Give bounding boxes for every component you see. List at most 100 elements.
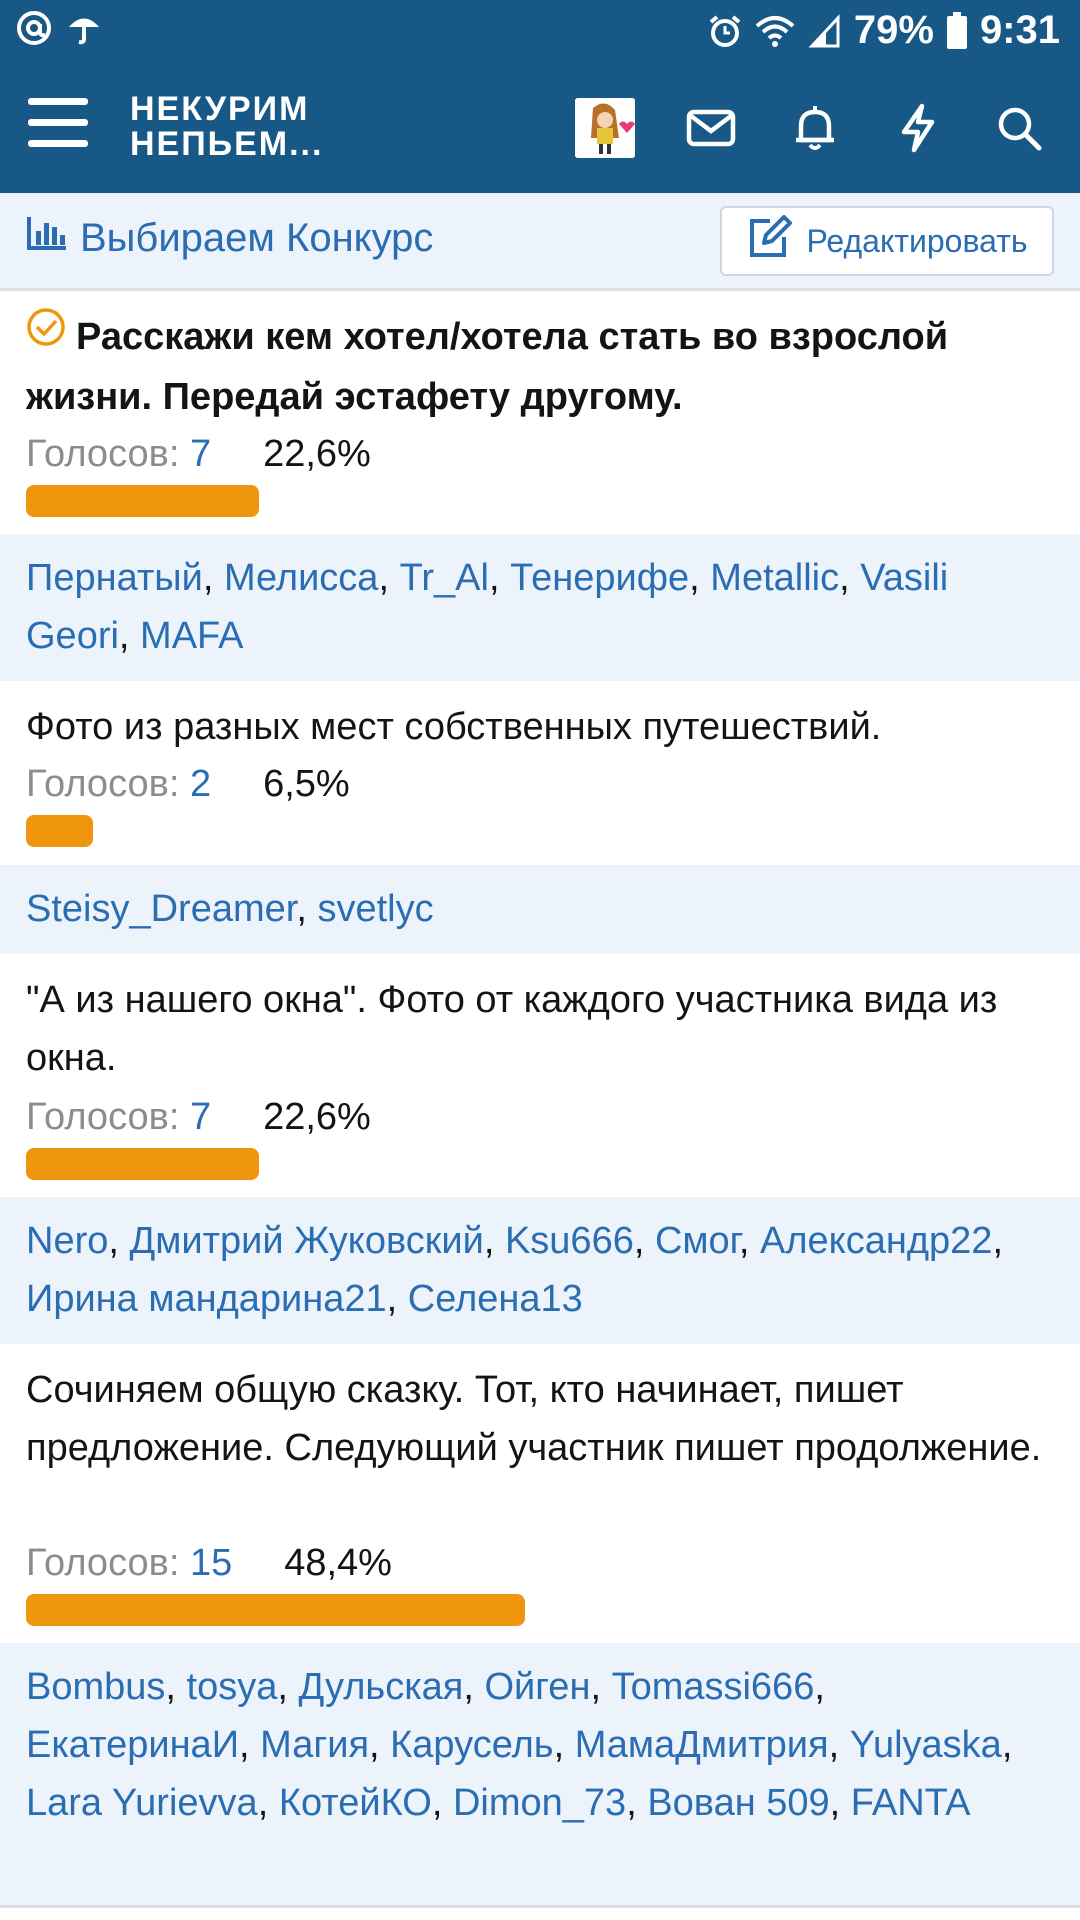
voter-link[interactable]: Ойген — [485, 1666, 591, 1708]
signal-icon — [808, 13, 842, 48]
voter-list: Пернатый, Мелисса, Tr_Al, Тенерифе, Meta… — [0, 534, 1080, 681]
vote-bar — [26, 485, 259, 517]
separator: , — [626, 1782, 648, 1824]
clock: 9:31 — [979, 8, 1060, 52]
option-title: "А из нашего окна". Фото от каждого учас… — [26, 979, 998, 1079]
voter-link[interactable]: Мелисса — [224, 557, 379, 599]
votes-number[interactable]: 7 — [190, 1096, 211, 1138]
voter-link[interactable]: tosya — [187, 1666, 278, 1708]
option-text: Фото из разных мест собственных путешест… — [26, 698, 1056, 756]
voter-link[interactable]: МамаДмитрия — [575, 1724, 829, 1766]
separator: , — [386, 1278, 408, 1320]
voter-list: Bombus, tosya, Дульская, Ойген, Tomassi6… — [0, 1643, 1080, 1905]
vote-count: Голосов: 2 6,5% — [26, 763, 350, 806]
voter-link[interactable]: MAFA — [140, 615, 243, 657]
voter-link[interactable]: Steisy_Dreamer — [26, 888, 296, 930]
search-icon[interactable] — [993, 102, 1045, 154]
voter-link[interactable]: Тенерифе — [510, 557, 689, 599]
voter-link[interactable]: Bombus — [26, 1666, 165, 1708]
voter-link[interactable]: Пернатый — [26, 557, 203, 599]
vote-count: Голосов: 7 22,6% — [26, 1096, 371, 1139]
separator: , — [378, 557, 400, 599]
poll-title-text: Выбираем Конкурс — [80, 215, 434, 260]
voter-link[interactable]: Ksu666 — [505, 1220, 634, 1262]
votes-label: Голосов: — [26, 1096, 190, 1138]
nav-bar: НЕКУРИМ НЕПЬЕМ... — [0, 68, 1080, 193]
voter-link[interactable]: Карусель — [390, 1724, 553, 1766]
poll-header: Выбираем Конкурс Редактировать — [0, 193, 1080, 291]
logo-line-2: НЕПЬЕМ... — [130, 125, 324, 163]
bell-icon[interactable] — [789, 102, 841, 154]
voter-link[interactable]: Смог — [655, 1220, 739, 1262]
vote-percent: 22,6% — [263, 1096, 371, 1138]
separator: , — [239, 1724, 261, 1766]
voter-link[interactable]: Dimon_73 — [453, 1782, 626, 1824]
voter-link[interactable]: Вован 509 — [647, 1782, 829, 1824]
voter-link[interactable]: Lara Yurievva — [26, 1782, 258, 1824]
separator: , — [483, 1220, 505, 1262]
edit-button-label: Редактировать — [806, 222, 1028, 259]
voter-link[interactable]: Дмитрий Жуковский — [130, 1220, 484, 1262]
menu-icon[interactable] — [28, 98, 88, 154]
votes-label: Голосов: — [26, 763, 190, 805]
separator: , — [431, 1782, 453, 1824]
voter-link[interactable]: ЕкатеринаИ — [26, 1724, 239, 1766]
voter-link[interactable]: Yulyaska — [850, 1724, 1002, 1766]
lightning-icon[interactable] — [892, 102, 944, 154]
separator: , — [738, 1220, 761, 1262]
voter-names: Nero, Дмитрий Жуковский, Ksu666, Смог, А… — [26, 1212, 1056, 1328]
voter-link[interactable]: Александр22 — [760, 1220, 992, 1262]
separator: , — [463, 1666, 485, 1708]
separator: , — [369, 1724, 391, 1766]
poll-option: "А из нашего окна". Фото от каждого учас… — [0, 954, 1080, 1197]
voter-link[interactable]: Ирина мандарина21 — [26, 1278, 387, 1320]
separator: , — [165, 1666, 187, 1708]
vote-percent: 6,5% — [263, 763, 350, 805]
voter-names: Bombus, tosya, Дульская, Ойген, Tomassi6… — [26, 1658, 1056, 1832]
poll-option: Фото из разных мест собственных путешест… — [0, 681, 1080, 865]
voter-link[interactable]: svetlyc — [317, 888, 433, 930]
separator: , — [1001, 1724, 1013, 1766]
vote-bar — [26, 1148, 259, 1180]
vote-count: Голосов: 15 48,4% — [26, 1542, 392, 1585]
separator: , — [277, 1666, 299, 1708]
check-circle-icon — [26, 306, 66, 364]
umbrella-icon — [66, 10, 102, 46]
separator: , — [118, 615, 141, 657]
voter-link[interactable]: Дульская — [298, 1666, 463, 1708]
vote-bar — [26, 815, 93, 847]
mail-icon[interactable] — [685, 102, 737, 154]
option-text: Сочиняем общую сказку. Тот, кто начинает… — [26, 1361, 1056, 1477]
voter-link[interactable]: Селена13 — [408, 1278, 583, 1320]
voter-link[interactable]: Metallic — [710, 557, 839, 599]
site-logo[interactable]: НЕКУРИМ НЕПЬЕМ... — [130, 92, 323, 162]
edit-button[interactable]: Редактировать — [720, 206, 1054, 276]
wifi-icon — [754, 14, 796, 48]
status-bar: 79% 9:31 — [0, 0, 1080, 68]
votes-number[interactable]: 15 — [190, 1542, 232, 1584]
voter-link[interactable]: Магия — [260, 1724, 369, 1766]
voter-link[interactable]: Tomassi666 — [612, 1666, 815, 1708]
votes-number[interactable]: 2 — [190, 763, 211, 805]
voter-link[interactable]: Nero — [26, 1220, 108, 1262]
separator: , — [689, 557, 711, 599]
voter-names: Пернатый, Мелисса, Tr_Al, Тенерифе, Meta… — [26, 549, 1056, 665]
votes-label: Голосов: — [26, 433, 190, 475]
separator: , — [296, 888, 318, 930]
vote-count: Голосов: 7 22,6% — [26, 433, 371, 476]
separator: , — [829, 1782, 851, 1824]
app-header: 79% 9:31 НЕКУРИМ НЕПЬЕМ... — [0, 0, 1080, 193]
vote-bar — [26, 1594, 525, 1626]
separator: , — [633, 1220, 655, 1262]
voter-link[interactable]: КотейКО — [279, 1782, 432, 1824]
separator: , — [992, 1220, 1003, 1262]
votes-number[interactable]: 7 — [190, 433, 211, 475]
voter-list: Steisy_Dreamer, svetlyc — [0, 865, 1080, 954]
logo-line-1: НЕКУРИМ — [130, 90, 310, 128]
separator: , — [814, 1666, 825, 1708]
voter-link[interactable]: Tr_Al — [400, 557, 489, 599]
option-title: Расскажи кем хотел/хотела стать во взрос… — [26, 316, 949, 418]
option-title: Сочиняем общую сказку. Тот, кто начинает… — [26, 1369, 1042, 1469]
avatar[interactable] — [575, 98, 635, 158]
voter-link[interactable]: FANTA — [851, 1782, 971, 1824]
